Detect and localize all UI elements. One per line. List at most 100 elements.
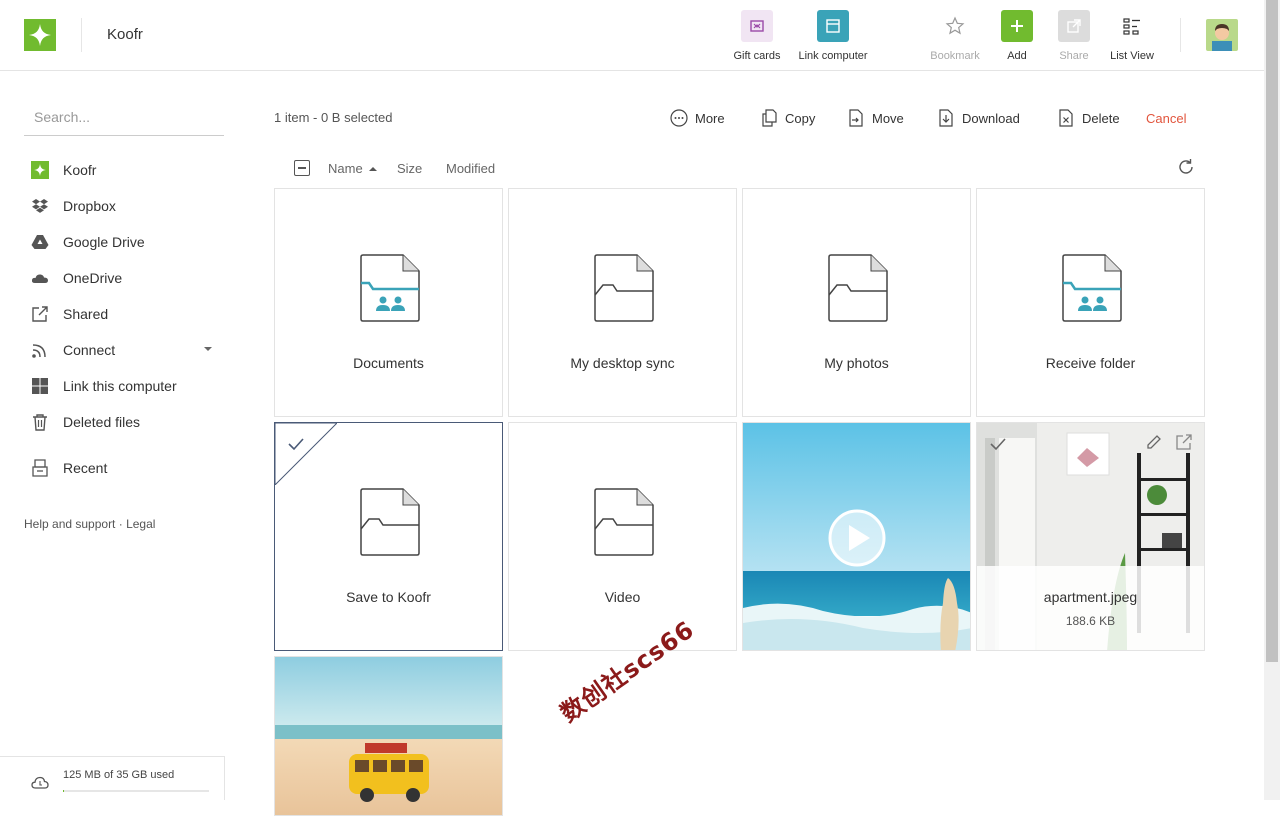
gift-cards-button[interactable]: Gift cards — [731, 10, 783, 66]
storage-text: 125 MB of 35 GB used — [63, 769, 175, 781]
sidebar-item-connect[interactable]: Connect — [24, 336, 224, 364]
file-tile-receive-folder[interactable]: Receive folder — [976, 188, 1205, 417]
help-and-support-link[interactable]: Help and support — [24, 517, 115, 531]
storage-bar — [63, 790, 209, 792]
list-view-label: List View — [1110, 50, 1154, 62]
copy-button[interactable]: Copy — [759, 106, 815, 130]
sidebar-item-recent[interactable]: Recent — [24, 454, 224, 482]
file-name: My desktop sync — [570, 355, 675, 371]
file-tile-documents[interactable]: Documents — [274, 188, 503, 417]
legal-link[interactable]: Legal — [126, 517, 155, 531]
column-header: Name Size Modified — [274, 156, 1205, 180]
link-computer-label: Link computer — [798, 50, 868, 62]
file-tile-my-desktop-sync[interactable]: My desktop sync — [508, 188, 737, 417]
scrollbar-thumb[interactable] — [1266, 0, 1278, 662]
more-icon — [669, 108, 689, 128]
more-button[interactable]: More — [669, 106, 725, 130]
link-computer-button[interactable]: Link computer — [794, 10, 872, 66]
download-icon — [936, 108, 956, 128]
file-name: Save to Koofr — [346, 589, 431, 605]
logo-divider — [81, 18, 82, 52]
shared-icon — [24, 304, 56, 324]
search-box — [24, 100, 224, 136]
search-input[interactable] — [24, 100, 224, 134]
move-icon — [846, 108, 866, 128]
share-label: Share — [1059, 50, 1089, 62]
sidebar-item-onedrive[interactable]: OneDrive — [24, 264, 224, 292]
folder-icon — [828, 254, 888, 322]
column-size[interactable]: Size — [397, 161, 422, 176]
link-separator: · — [115, 517, 127, 531]
column-name-label: Name — [328, 161, 363, 176]
share-icon — [1058, 10, 1090, 42]
add-button[interactable]: Add — [1000, 10, 1034, 66]
user-avatar[interactable] — [1206, 19, 1238, 51]
file-tile-apartment[interactable]: apartment.jpeg 188.6 KB — [976, 422, 1205, 651]
copy-icon — [759, 108, 779, 128]
file-name: My photos — [824, 355, 889, 371]
sidebar-item-label: OneDrive — [63, 270, 123, 286]
file-name: Receive folder — [1045, 355, 1136, 371]
share-button[interactable]: Share — [1057, 10, 1091, 66]
bookmark-label: Bookmark — [930, 50, 980, 62]
cloud-icon — [31, 775, 49, 794]
storage-bar-fill — [63, 790, 64, 792]
cancel-label: Cancel — [1146, 110, 1187, 126]
gift-card-icon — [741, 10, 773, 42]
app-title: Koofr — [107, 26, 143, 43]
sidebar-item-label: Shared — [63, 306, 109, 322]
folder-icon — [360, 488, 420, 556]
sidebar-item-shared[interactable]: Shared — [24, 300, 224, 328]
select-all-checkbox[interactable] — [294, 160, 310, 176]
column-name[interactable]: Name — [328, 161, 377, 176]
sidebar-item-label: Connect — [63, 342, 116, 358]
koofr-logo-icon[interactable] — [24, 19, 56, 51]
chevron-down-icon[interactable] — [204, 347, 212, 351]
top-bar: Koofr Gift cards Link computer Bookmark … — [0, 0, 1264, 71]
play-icon[interactable] — [830, 511, 884, 565]
list-view-button[interactable]: List View — [1106, 10, 1158, 66]
list-view-icon — [1116, 10, 1148, 42]
sidebar-item-dropbox[interactable]: Dropbox — [24, 192, 224, 220]
file-name: Video — [604, 589, 641, 605]
sidebar-item-koofr[interactable]: Koofr — [24, 156, 224, 184]
share-icon[interactable] — [1175, 433, 1193, 451]
move-button[interactable]: Move — [846, 106, 904, 130]
file-tile-beach-bus[interactable] — [274, 656, 503, 816]
more-label: More — [695, 110, 725, 126]
sidebar-item-deleted-files[interactable]: Deleted files — [24, 408, 224, 436]
move-label: Move — [872, 110, 904, 126]
file-name: apartment.jpeg — [1043, 589, 1138, 605]
file-tile-save-to-koofr[interactable]: Save to Koofr — [274, 422, 503, 651]
storage-usage: 125 MB of 35 GB used — [0, 756, 225, 800]
recent-icon — [24, 458, 56, 478]
bookmark-button[interactable]: Bookmark — [927, 10, 983, 66]
scrollbar[interactable] — [1264, 0, 1280, 800]
checkmark-icon[interactable] — [988, 434, 1008, 454]
sidebar-item-label: Dropbox — [63, 198, 116, 214]
cancel-button[interactable]: Cancel — [1146, 106, 1186, 130]
column-modified[interactable]: Modified — [446, 161, 495, 176]
sidebar-item-link-this-computer[interactable]: Link this computer — [24, 372, 224, 400]
add-label: Add — [1007, 50, 1027, 62]
download-button[interactable]: Download — [936, 106, 1020, 130]
computer-icon — [817, 10, 849, 42]
refresh-icon[interactable] — [1177, 158, 1197, 178]
folder-icon — [594, 254, 654, 322]
onedrive-icon — [24, 268, 56, 288]
file-tile-video-beach[interactable] — [742, 422, 971, 651]
file-tile-video[interactable]: Video — [508, 422, 737, 651]
file-tile-my-photos[interactable]: My photos — [742, 188, 971, 417]
plus-icon — [1001, 10, 1033, 42]
image-thumbnail — [275, 657, 502, 815]
delete-button[interactable]: Delete — [1056, 106, 1120, 130]
gift-cards-label: Gift cards — [733, 50, 781, 62]
pencil-icon[interactable] — [1145, 433, 1163, 451]
checkmark-icon[interactable] — [286, 434, 306, 454]
koofr-icon — [24, 160, 56, 180]
help-links: Help and support · Legal — [24, 517, 155, 531]
sidebar-item-google-drive[interactable]: Google Drive — [24, 228, 224, 256]
download-label: Download — [962, 110, 1020, 126]
selection-corner — [275, 423, 337, 485]
file-caption-overlay — [977, 566, 1204, 650]
